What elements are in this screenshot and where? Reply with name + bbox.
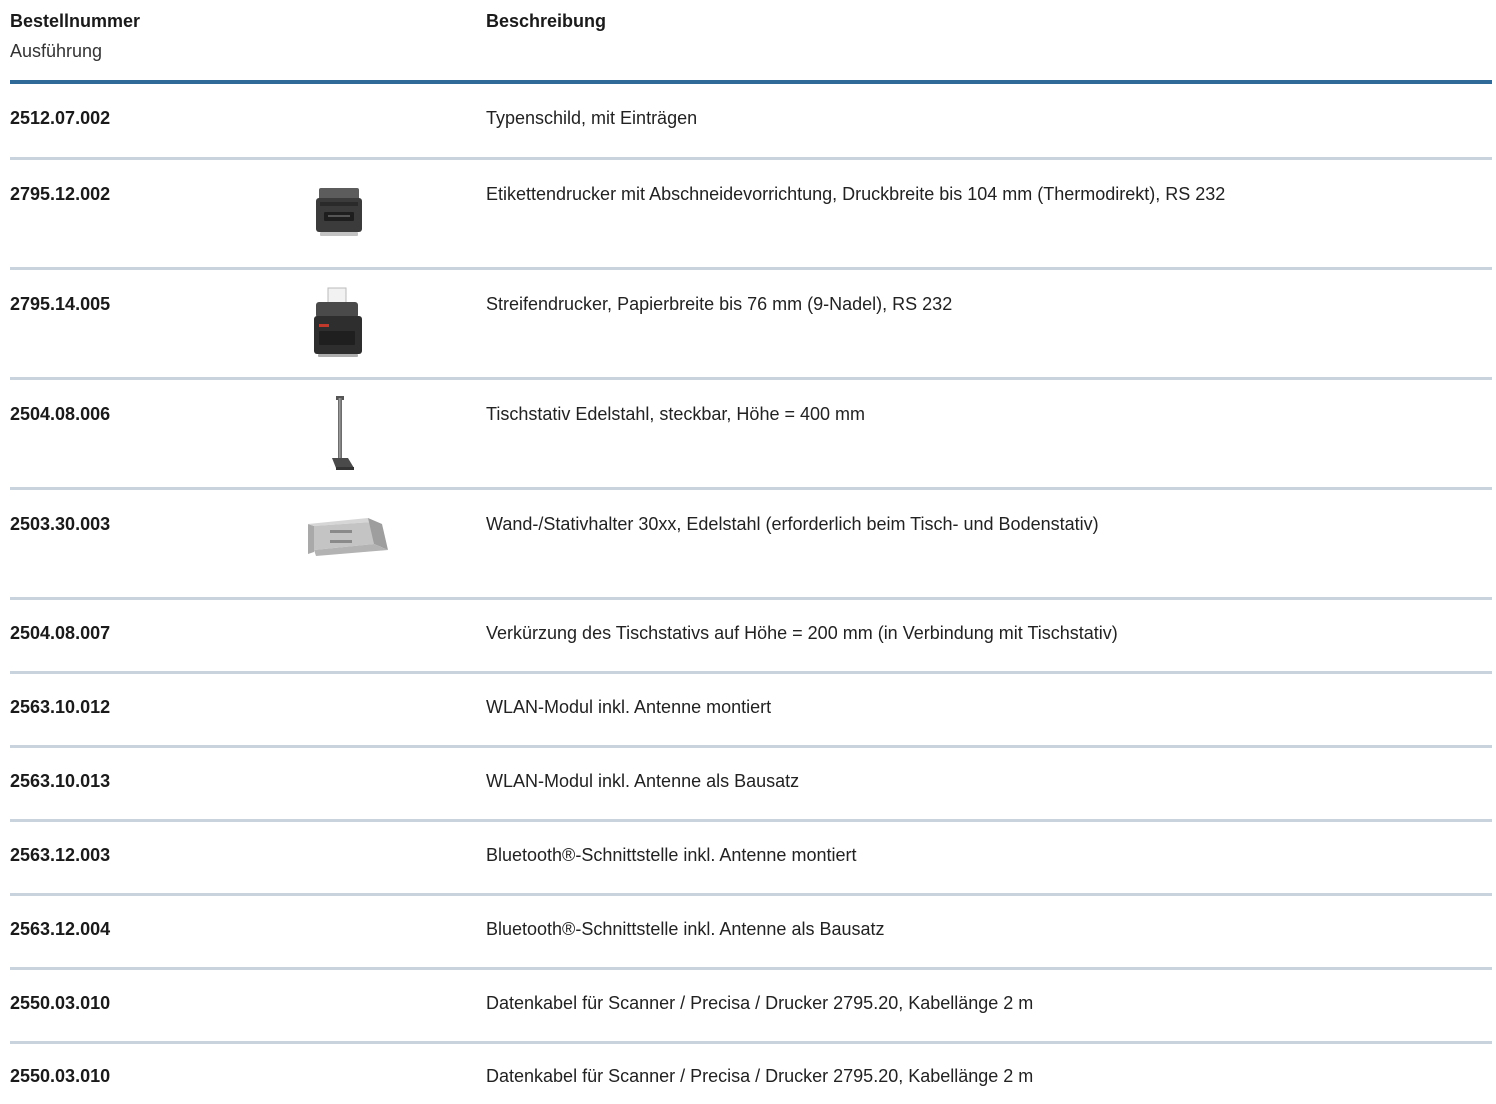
header-description: Beschreibung <box>486 11 607 31</box>
table-header: Bestellnummer Ausführung Beschreibung <box>10 0 1492 84</box>
order-number: 2795.12.002 <box>10 184 111 204</box>
order-number: 2563.10.012 <box>10 697 111 717</box>
description: Typenschild, mit Einträgen <box>486 108 698 128</box>
description: Datenkabel für Scanner / Precisa / Druck… <box>486 993 1034 1013</box>
table-row: 2563.10.013 WLAN-Modul inkl. Antenne als… <box>10 748 1492 822</box>
description: Datenkabel für Scanner / Precisa / Druck… <box>486 1066 1034 1086</box>
wall-bracket-icon <box>302 508 394 567</box>
description: Bluetooth®-Schnittstelle inkl. Antenne a… <box>486 919 885 939</box>
description: Bluetooth®-Schnittstelle inkl. Antenne m… <box>486 845 857 865</box>
order-number: 2550.03.010 <box>10 993 111 1013</box>
order-number: 2563.12.004 <box>10 919 111 939</box>
order-number: 2550.03.010 <box>10 1066 111 1086</box>
order-number: 2504.08.006 <box>10 404 111 424</box>
strip-printer-icon <box>306 284 366 365</box>
description: Streifendrucker, Papierbreite bis 76 mm … <box>486 294 953 314</box>
table-row: 2504.08.007 Verkürzung des Tischstativs … <box>10 600 1492 674</box>
table-row: 2550.03.010 Datenkabel für Scanner / Pre… <box>10 1044 1492 1104</box>
description: WLAN-Modul inkl. Antenne montiert <box>486 697 772 717</box>
description: WLAN-Modul inkl. Antenne als Bausatz <box>486 771 800 791</box>
table-row: 2563.10.012 WLAN-Modul inkl. Antenne mon… <box>10 674 1492 748</box>
table-stand-icon <box>322 394 362 479</box>
accessory-table: Bestellnummer Ausführung Beschreibung 25… <box>10 0 1492 1104</box>
table-row: 2795.12.002 Etikettendrucker mit Abschne… <box>10 160 1492 270</box>
order-number: 2563.10.013 <box>10 771 111 791</box>
order-number: 2795.14.005 <box>10 294 111 314</box>
label-printer-icon <box>306 184 366 245</box>
header-version: Ausführung <box>10 41 103 61</box>
order-number: 2512.07.002 <box>10 108 111 128</box>
table-row: 2563.12.003 Bluetooth®-Schnittstelle ink… <box>10 822 1492 896</box>
table-row: 2503.30.003 Wand-/Stativhalter 30xx, Ede… <box>10 490 1492 600</box>
order-number: 2563.12.003 <box>10 845 111 865</box>
header-order-number: Bestellnummer <box>10 11 141 31</box>
table-row: 2512.07.002 Typenschild, mit Einträgen <box>10 84 1492 160</box>
table-row: 2795.14.005 Streifendrucker, Papierbreit… <box>10 270 1492 380</box>
description: Etikettendrucker mit Abschneidevorrichtu… <box>486 184 1226 204</box>
description: Wand-/Stativhalter 30xx, Edelstahl (erfo… <box>486 514 1099 534</box>
table-row: 2550.03.010 Datenkabel für Scanner / Pre… <box>10 970 1492 1044</box>
order-number: 2504.08.007 <box>10 623 111 643</box>
table-row: 2563.12.004 Bluetooth®-Schnittstelle ink… <box>10 896 1492 970</box>
description: Tischstativ Edelstahl, steckbar, Höhe = … <box>486 404 866 424</box>
order-number: 2503.30.003 <box>10 514 111 534</box>
description: Verkürzung des Tischstativs auf Höhe = 2… <box>486 623 1118 643</box>
table-row: 2504.08.006 Tischstativ Edelstahl, steck… <box>10 380 1492 490</box>
